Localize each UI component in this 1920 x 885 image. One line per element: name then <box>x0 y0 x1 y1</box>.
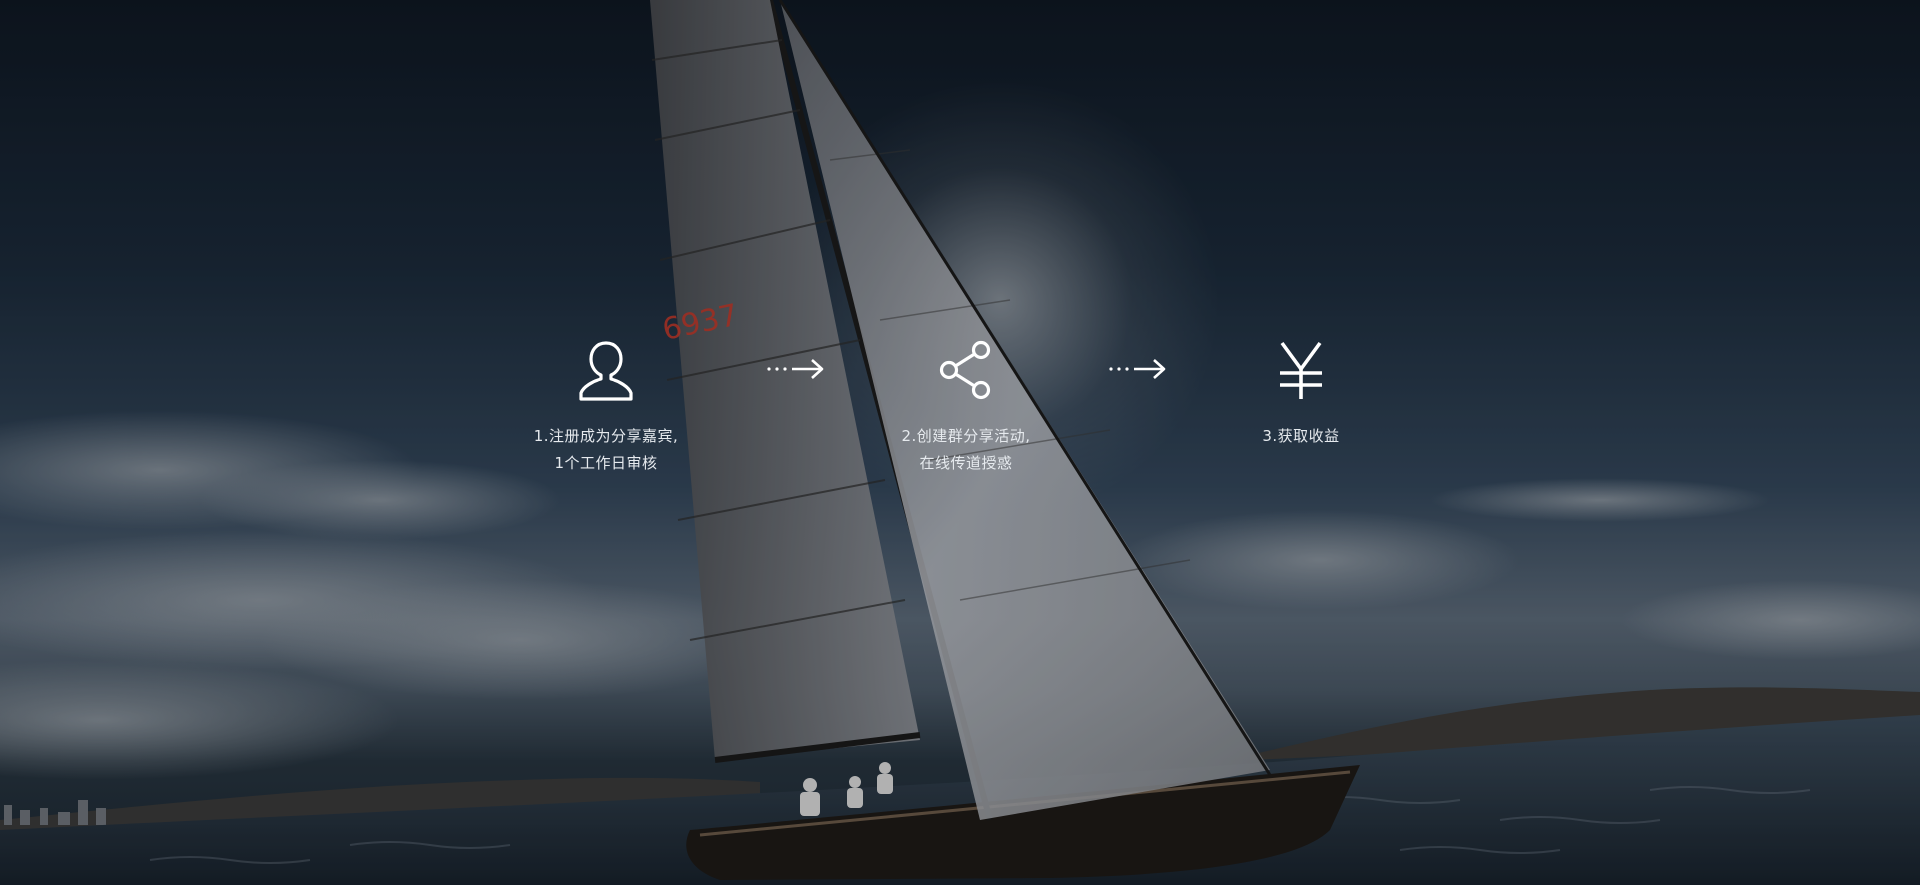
user-icon <box>579 341 633 401</box>
step-create-share: 2.创建群分享活动, 在线传道授惑 <box>856 335 1076 477</box>
step-earnings: 3.获取收益 <box>1191 335 1411 450</box>
step-register: 1.注册成为分享嘉宾, 1个工作日审核 <box>496 335 716 477</box>
step-create-share-line1: 2.创建群分享活动, <box>901 427 1031 445</box>
step-create-share-line2: 在线传道授惑 <box>919 454 1013 472</box>
step-register-line1: 1.注册成为分享嘉宾, <box>533 427 679 445</box>
step-earnings-caption: 3.获取收益 <box>1191 423 1411 450</box>
dotted-arrow-icon <box>767 359 824 379</box>
dotted-arrow-icon <box>1109 359 1166 379</box>
step-create-share-caption: 2.创建群分享活动, 在线传道授惑 <box>856 423 1076 477</box>
process-steps: 1.注册成为分享嘉宾, 1个工作日审核 2.创建群分享活动, 在线传道授惑 3.… <box>0 0 1920 885</box>
hero-banner: 6937 1.注册成为分享嘉宾, 1个工作日审核 2.创建群分享活动, 在线传道… <box>0 0 1920 885</box>
yen-icon <box>1280 341 1322 399</box>
step-register-line2: 1个工作日审核 <box>554 454 658 472</box>
step-register-caption: 1.注册成为分享嘉宾, 1个工作日审核 <box>496 423 716 477</box>
step-earnings-line1: 3.获取收益 <box>1262 427 1340 445</box>
share-icon <box>939 340 991 400</box>
